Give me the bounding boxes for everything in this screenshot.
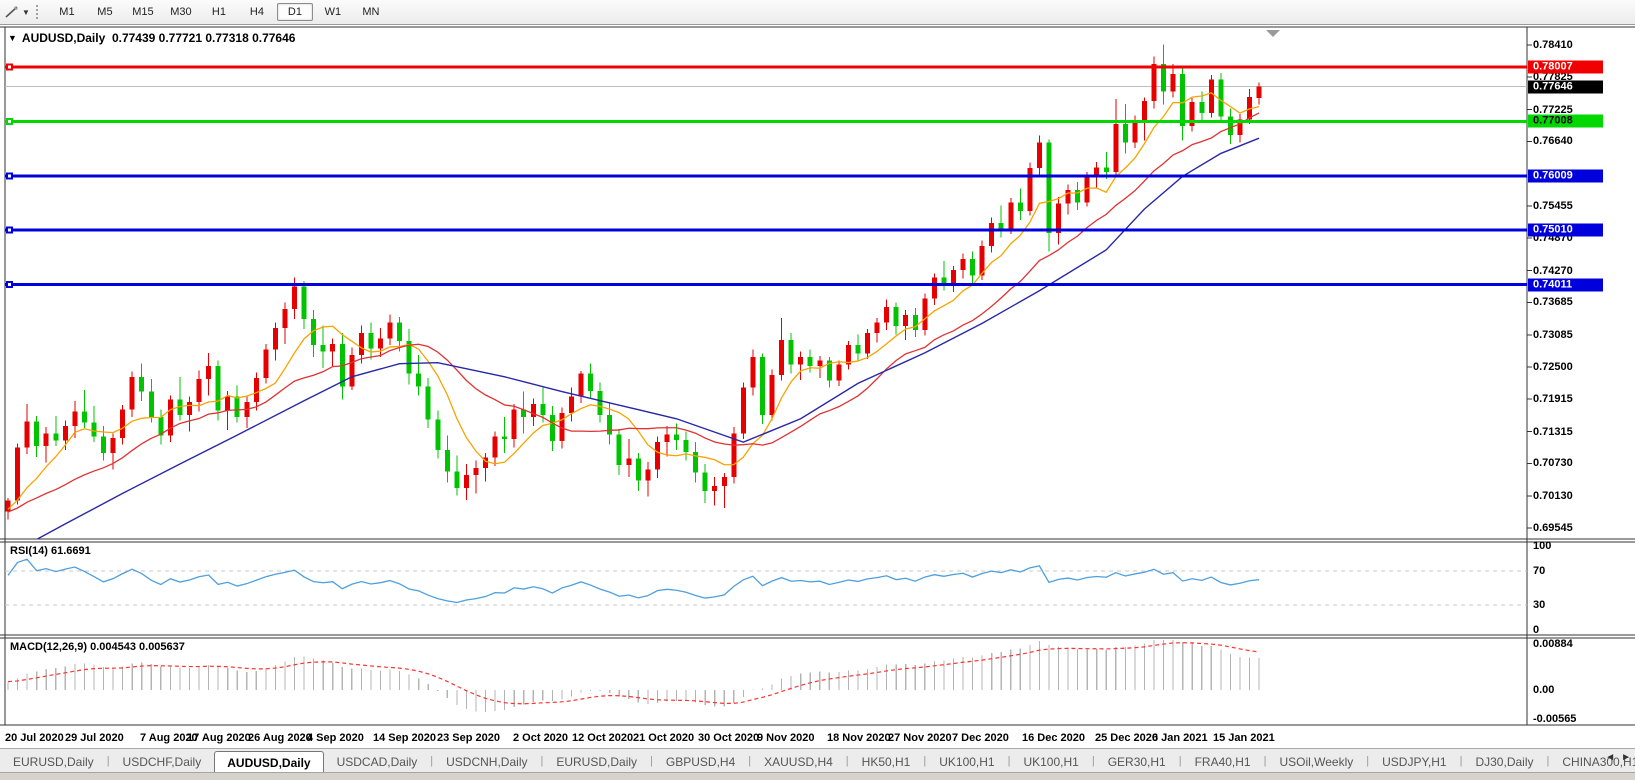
time-axis-label: 15 Jan 2021 xyxy=(1213,732,1275,744)
chart-tab-dj30-daily[interactable]: DJ30,Daily xyxy=(1462,750,1546,773)
time-axis-label: 17 Aug 2020 xyxy=(187,732,251,744)
time-axis-label: 29 Jul 2020 xyxy=(65,732,124,744)
timeframe-button-mn[interactable]: MN xyxy=(353,3,389,21)
chart-tab-usdjpy-h1[interactable]: USDJPY,H1 xyxy=(1369,750,1459,773)
chart-plot-area[interactable] xyxy=(5,27,1527,739)
price-axis-tick: 0.73685 xyxy=(1533,296,1573,308)
time-axis-label: 30 Oct 2020 xyxy=(698,732,759,744)
timeframe-button-h4[interactable]: H4 xyxy=(239,3,275,21)
rsi-axis-tick: 100 xyxy=(1533,540,1551,552)
timeframe-button-w1[interactable]: W1 xyxy=(315,3,351,21)
price-axis-tick: 0.73085 xyxy=(1533,329,1573,341)
price-axis-tick: 0.77225 xyxy=(1533,104,1573,116)
time-axis-label: 20 Jul 2020 xyxy=(5,732,64,744)
chart-tab-fra40-h1[interactable]: FRA40,H1 xyxy=(1182,750,1264,773)
rsi-axis-tick: 70 xyxy=(1533,565,1545,577)
chart-tab-uk100-h1[interactable]: UK100,H1 xyxy=(1010,750,1091,773)
time-axis-label: 9 Nov 2020 xyxy=(757,732,814,744)
hline-price-badge: 0.74011 xyxy=(1528,278,1603,291)
time-axis-label: 7 Dec 2020 xyxy=(952,732,1009,744)
time-axis-label: 4 Sep 2020 xyxy=(307,732,364,744)
chart-tab-usoil-weekly[interactable]: USOil,Weekly xyxy=(1266,750,1366,773)
time-axis-label: 23 Sep 2020 xyxy=(437,732,500,744)
chart-collapse-icon[interactable]: ▼ xyxy=(8,33,17,43)
hline-price-badge: 0.75010 xyxy=(1528,224,1603,237)
chart-tab-ger30-h1[interactable]: GER30,H1 xyxy=(1095,750,1179,773)
price-axis-tick: 0.71315 xyxy=(1533,426,1573,438)
chart-ohlc-readout: AUDUSD,Daily 0.77439 0.77721 0.77318 0.7… xyxy=(22,31,296,45)
chart-tab-audusd-daily[interactable]: AUDUSD,Daily xyxy=(214,751,323,773)
chart-tab-uk100-h1[interactable]: UK100,H1 xyxy=(926,750,1007,773)
current-price-badge: 0.77646 xyxy=(1528,80,1603,93)
rsi-axis-tick: 30 xyxy=(1533,599,1545,611)
chart-tab-usdcad-daily[interactable]: USDCAD,Daily xyxy=(324,750,431,773)
price-axis-tick: 0.70730 xyxy=(1533,457,1573,469)
timeframe-button-m5[interactable]: M5 xyxy=(87,3,123,21)
rsi-axis-tick: 0 xyxy=(1533,624,1539,636)
macd-indicator-label: MACD(12,26,9) 0.004543 0.005637 xyxy=(10,641,185,653)
rsi-indicator-label: RSI(14) 61.6691 xyxy=(10,545,91,557)
chart-window: ▼ AUDUSD,Daily 0.77439 0.77721 0.77318 0.… xyxy=(0,25,1635,748)
time-axis-label: 27 Nov 2020 xyxy=(888,732,952,744)
chart-title: ▼ AUDUSD,Daily 0.77439 0.77721 0.77318 0.… xyxy=(8,31,295,45)
chart-tab-eurusd-daily[interactable]: EURUSD,Daily xyxy=(543,750,650,773)
toolbar-grip[interactable] xyxy=(35,4,39,20)
timeframe-button-h1[interactable]: H1 xyxy=(201,3,237,21)
timeframe-button-m15[interactable]: M15 xyxy=(125,3,161,21)
hline-price-badge: 0.77008 xyxy=(1528,115,1603,128)
time-axis-label: 21 Oct 2020 xyxy=(633,732,694,744)
chart-tab-usdchf-daily[interactable]: USDCHF,Daily xyxy=(110,750,215,773)
tab-scroll-left-icon[interactable]: ◄ xyxy=(1605,752,1615,763)
timeframe-button-d1[interactable]: D1 xyxy=(277,3,313,21)
line-studies-dropdown-icon[interactable]: ▼ xyxy=(22,8,30,17)
tab-scroll-right-icon[interactable]: ► xyxy=(1621,752,1631,763)
price-axis-tick: 0.69545 xyxy=(1533,522,1573,534)
chart-tab-usdcnh-daily[interactable]: USDCNH,Daily xyxy=(433,750,540,773)
time-axis-label: 12 Oct 2020 xyxy=(572,732,633,744)
time-axis-label: 26 Aug 2020 xyxy=(248,732,312,744)
time-axis-label: 25 Dec 2020 xyxy=(1095,732,1158,744)
tab-scroll-buttons: ◄ ► xyxy=(1605,752,1631,763)
price-axis-tick: 0.71915 xyxy=(1533,393,1573,405)
price-axis-tick: 0.75455 xyxy=(1533,200,1573,212)
chart-tab-bar: EURUSD,Daily|USDCHF,DailyAUDUSD,DailyUSD… xyxy=(0,748,1635,773)
time-axis-label: 18 Nov 2020 xyxy=(827,732,891,744)
timeframe-toolbar: ▼ M1M5M15M30H1H4D1W1MN xyxy=(0,0,1635,25)
price-axis-tick: 0.76640 xyxy=(1533,135,1573,147)
hline-price-badge: 0.78007 xyxy=(1528,60,1603,73)
chart-tab-hk50-h1[interactable]: HK50,H1 xyxy=(849,750,924,773)
price-axis-tick: 0.70130 xyxy=(1533,490,1573,502)
macd-axis-tick: -0.00565 xyxy=(1533,713,1576,725)
hline-price-badge: 0.76009 xyxy=(1528,169,1603,182)
price-axis-tick: 0.74270 xyxy=(1533,265,1573,277)
line-studies-icon[interactable] xyxy=(4,4,20,20)
time-axis-label: 14 Sep 2020 xyxy=(373,732,436,744)
time-axis-label: 16 Dec 2020 xyxy=(1022,732,1085,744)
timeframe-button-m30[interactable]: M30 xyxy=(163,3,199,21)
time-axis-label: 6 Jan 2021 xyxy=(1152,732,1208,744)
timeframe-button-m1[interactable]: M1 xyxy=(49,3,85,21)
chart-tab-eurusd-daily[interactable]: EURUSD,Daily xyxy=(0,750,107,773)
price-axis-tick: 0.72500 xyxy=(1533,361,1573,373)
chart-tab-xauusd-h4[interactable]: XAUUSD,H4 xyxy=(751,750,846,773)
macd-axis-tick: 0.00 xyxy=(1533,684,1554,696)
macd-axis-tick: 0.00884 xyxy=(1533,638,1573,650)
time-axis-label: 2 Oct 2020 xyxy=(513,732,568,744)
price-axis-tick: 0.78410 xyxy=(1533,39,1573,51)
chart-tab-gbpusd-h4[interactable]: GBPUSD,H4 xyxy=(653,750,748,773)
timeframe-buttons: M1M5M15M30H1H4D1W1MN xyxy=(48,3,390,21)
